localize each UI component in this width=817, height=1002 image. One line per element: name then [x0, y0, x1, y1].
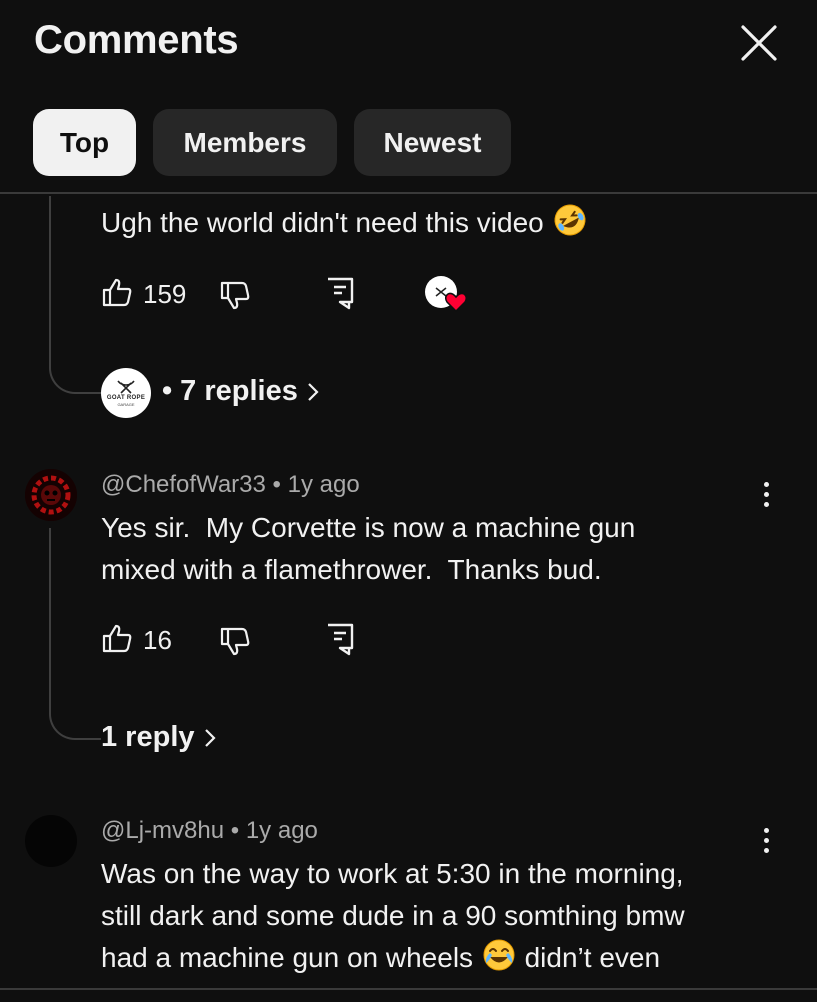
thread-connector — [49, 362, 101, 394]
comment-text: Yes sir. My Corvette is now a machine gu… — [101, 507, 635, 591]
replier-avatar: GOAT ROPE GARAGE — [101, 368, 151, 418]
replies-button[interactable]: 1 reply — [101, 721, 217, 754]
thread-line — [49, 196, 51, 364]
avatar[interactable] — [25, 815, 77, 867]
author-handle[interactable]: @ChefofWar33 — [101, 471, 266, 498]
timestamp: 1y ago — [245, 817, 318, 844]
comment-line-end: didn’t even — [524, 942, 661, 973]
close-icon[interactable] — [738, 22, 780, 64]
tab-newest[interactable]: Newest — [354, 109, 511, 176]
panel-title: Comments — [34, 18, 239, 62]
thread-line — [49, 528, 51, 708]
tab-members[interactable]: Members — [153, 109, 337, 176]
like-icon[interactable] — [101, 276, 133, 308]
face-with-tears-of-joy-icon — [481, 937, 517, 985]
logo-brand: GOAT ROPE — [106, 395, 146, 401]
goat-logo-icon — [117, 380, 135, 394]
meta-separator: • — [230, 817, 240, 844]
dislike-icon[interactable] — [219, 280, 251, 312]
tab-top[interactable]: Top — [33, 109, 136, 176]
like-count: 159 — [143, 279, 187, 309]
comment-line: had a machine gun on wheels didn’t even — [101, 937, 801, 985]
skull-gear-icon — [25, 469, 77, 521]
heart-icon — [445, 292, 467, 312]
dislike-icon[interactable] — [219, 626, 251, 658]
creator-heart — [425, 276, 467, 312]
replies-label: 1 reply — [101, 721, 195, 753]
logo-sub: GARAGE — [117, 402, 135, 407]
reply-icon[interactable] — [325, 276, 355, 310]
comment-line: still dark and some dude in a 90 somthin… — [101, 900, 685, 931]
replies-separator: • — [162, 375, 173, 407]
comment-text-body: Ugh the world didn't need this video — [101, 207, 544, 238]
thread-connector — [49, 706, 101, 740]
comment-line: mixed with a flamethrower. Thanks bud. — [101, 554, 602, 585]
timestamp: 1y ago — [287, 471, 360, 498]
more-options-icon[interactable] — [756, 474, 776, 514]
avatar[interactable] — [25, 469, 77, 521]
comment-meta: @ChefofWar33 • 1y ago — [101, 471, 360, 499]
comment-meta: @Lj-mv8hu • 1y ago — [101, 817, 318, 845]
comment-line: Yes sir. My Corvette is now a machine gu… — [101, 512, 636, 543]
comment-text: Ugh the world didn't need this video — [101, 202, 588, 250]
like-count: 16 — [143, 625, 172, 655]
author-handle[interactable]: @Lj-mv8hu — [101, 817, 224, 844]
divider — [0, 192, 817, 194]
comment-line: Was on the way to work at 5:30 in the mo… — [101, 858, 684, 889]
rolling-on-floor-laughing-emoji-icon — [552, 202, 588, 250]
reply-icon[interactable] — [325, 622, 355, 656]
replies-label: 7 replies — [180, 375, 298, 407]
comment-text: Was on the way to work at 5:30 in the mo… — [101, 853, 801, 985]
comment-line-start: had a machine gun on wheels — [101, 942, 474, 973]
replies-button[interactable]: • 7 replies — [162, 375, 320, 408]
like-icon[interactable] — [101, 622, 133, 654]
meta-separator: • — [272, 471, 281, 498]
chevron-right-icon — [308, 382, 319, 401]
chevron-right-icon — [204, 728, 216, 747]
